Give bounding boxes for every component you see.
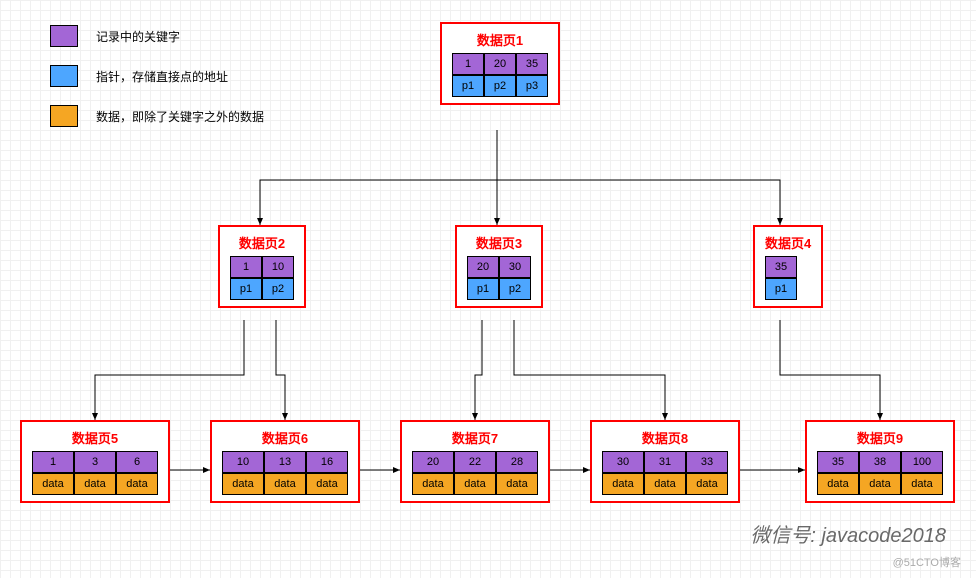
legend-key-swatch: [50, 25, 78, 47]
data-cell: data: [306, 473, 348, 495]
legend: 记录中的关键字 指针，存储直接点的地址 数据，即除了关键字之外的数据: [50, 25, 264, 145]
key-cell: 38: [859, 451, 901, 473]
key-cell: 35: [765, 256, 797, 278]
attribution: @51CTO博客: [893, 554, 961, 570]
key-cell: 100: [901, 451, 943, 473]
legend-ptr-swatch: [50, 65, 78, 87]
key-cell: 10: [222, 451, 264, 473]
key-cell: 13: [264, 451, 306, 473]
page-title: 数据页6: [222, 428, 348, 447]
page-title: 数据页7: [412, 428, 538, 447]
ptr-cell: p1: [452, 75, 484, 97]
page-title: 数据页5: [32, 428, 158, 447]
data-cell: data: [496, 473, 538, 495]
key-cell: 30: [602, 451, 644, 473]
key-cell: 20: [467, 256, 499, 278]
page-7: 数据页7 202228 datadatadata: [400, 420, 550, 503]
page-title: 数据页3: [467, 233, 531, 252]
page-title: 数据页1: [452, 30, 548, 49]
data-cell: data: [644, 473, 686, 495]
legend-data-swatch: [50, 105, 78, 127]
key-cell: 20: [484, 53, 516, 75]
page-3: 数据页3 2030 p1p2: [455, 225, 543, 308]
key-cell: 20: [412, 451, 454, 473]
ptr-cell: p1: [765, 278, 797, 300]
data-cell: data: [74, 473, 116, 495]
ptr-cell: p2: [484, 75, 516, 97]
data-cell: data: [264, 473, 306, 495]
key-cell: 1: [32, 451, 74, 473]
key-cell: 1: [452, 53, 484, 75]
page-2: 数据页2 110 p1p2: [218, 225, 306, 308]
legend-data-label: 数据，即除了关键字之外的数据: [96, 108, 264, 125]
page-title: 数据页4: [765, 233, 811, 252]
key-cell: 31: [644, 451, 686, 473]
key-cell: 35: [516, 53, 548, 75]
key-cell: 35: [817, 451, 859, 473]
data-cell: data: [116, 473, 158, 495]
data-cell: data: [686, 473, 728, 495]
data-cell: data: [901, 473, 943, 495]
page-6: 数据页6 101316 datadatadata: [210, 420, 360, 503]
data-cell: data: [32, 473, 74, 495]
key-cell: 3: [74, 451, 116, 473]
data-cell: data: [454, 473, 496, 495]
page-title: 数据页8: [602, 428, 728, 447]
data-cell: data: [222, 473, 264, 495]
page-title: 数据页9: [817, 428, 943, 447]
page-1: 数据页1 12035 p1p2p3: [440, 22, 560, 105]
key-cell: 16: [306, 451, 348, 473]
ptr-cell: p1: [230, 278, 262, 300]
page-9: 数据页9 3538100 datadatadata: [805, 420, 955, 503]
data-cell: data: [859, 473, 901, 495]
key-cell: 10: [262, 256, 294, 278]
page-4: 数据页4 35 p1: [753, 225, 823, 308]
key-cell: 28: [496, 451, 538, 473]
key-cell: 22: [454, 451, 496, 473]
key-cell: 30: [499, 256, 531, 278]
page-8: 数据页8 303133 datadatadata: [590, 420, 740, 503]
ptr-cell: p2: [262, 278, 294, 300]
key-cell: 6: [116, 451, 158, 473]
data-cell: data: [412, 473, 454, 495]
data-cell: data: [602, 473, 644, 495]
ptr-cell: p1: [467, 278, 499, 300]
legend-ptr-label: 指针，存储直接点的地址: [96, 68, 228, 85]
page-title: 数据页2: [230, 233, 294, 252]
watermark: 微信号: javacode2018: [750, 519, 946, 548]
data-cell: data: [817, 473, 859, 495]
legend-key-label: 记录中的关键字: [96, 28, 180, 45]
ptr-cell: p2: [499, 278, 531, 300]
ptr-cell: p3: [516, 75, 548, 97]
key-cell: 1: [230, 256, 262, 278]
page-5: 数据页5 136 datadatadata: [20, 420, 170, 503]
key-cell: 33: [686, 451, 728, 473]
